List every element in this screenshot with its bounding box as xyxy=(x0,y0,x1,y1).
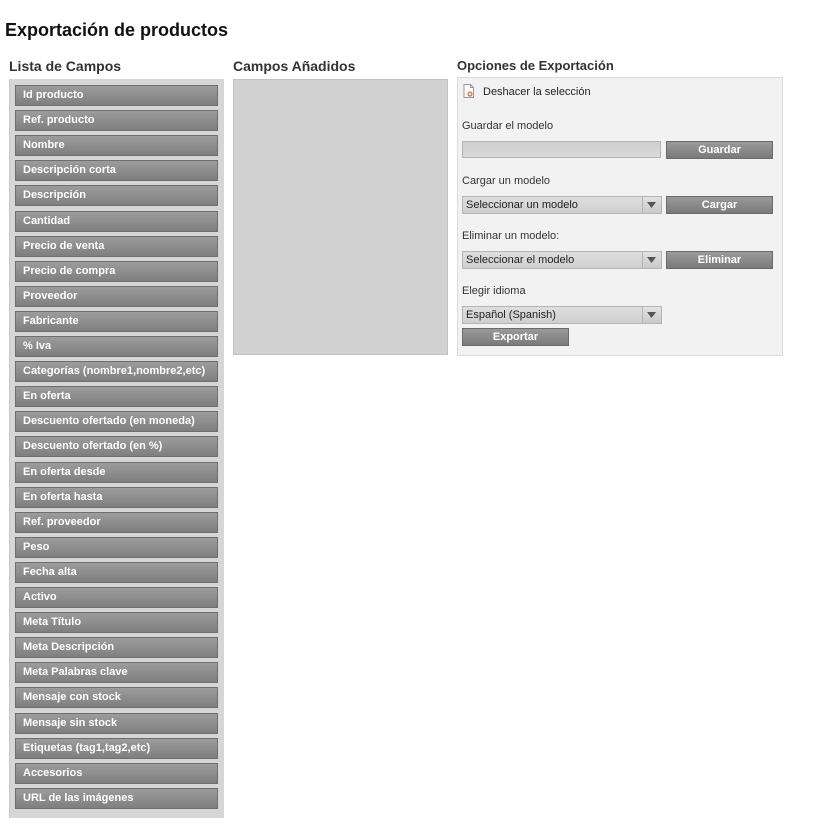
delete-model-select-value: Seleccionar el modelo xyxy=(466,254,575,266)
field-item[interactable]: En oferta desde xyxy=(15,461,218,483)
undo-document-icon[interactable] xyxy=(463,84,474,98)
save-model-label: Guardar el modelo xyxy=(462,120,554,132)
field-item[interactable]: Etiquetas (tag1,tag2,etc) xyxy=(15,737,218,759)
field-item[interactable]: URL de las imágenes xyxy=(15,787,218,809)
export-options-title: Opciones de Exportación xyxy=(457,58,614,73)
field-item[interactable]: Peso xyxy=(15,536,218,558)
field-item[interactable]: Categorías (nombre1,nombre2,etc) xyxy=(15,361,218,383)
language-label: Elegir idioma xyxy=(462,285,526,297)
added-fields-title: Campos Añadidos xyxy=(233,58,356,74)
chevron-down-icon[interactable] xyxy=(642,197,661,213)
fields-list: Id producto Ref. producto Nombre Descripció… xyxy=(9,79,224,818)
save-button[interactable]: Guardar xyxy=(666,141,773,159)
language-select[interactable]: Español (Spanish) xyxy=(462,306,662,324)
field-item[interactable]: Precio de compra xyxy=(15,260,218,282)
field-item[interactable]: En oferta xyxy=(15,386,218,408)
field-item[interactable]: Id producto xyxy=(15,85,218,106)
field-item[interactable]: Mensaje con stock xyxy=(15,687,218,709)
delete-model-select[interactable]: Seleccionar el modelo xyxy=(462,251,662,269)
field-item[interactable]: Descuento ofertado (en %) xyxy=(15,436,218,458)
field-item[interactable]: Ref. producto xyxy=(15,110,218,132)
undo-selection-link[interactable]: Deshacer la selección xyxy=(483,86,591,98)
field-item[interactable]: Accesorios xyxy=(15,762,218,784)
field-item[interactable]: Nombre xyxy=(15,135,218,157)
field-item[interactable]: Descripción xyxy=(15,185,218,207)
delete-button[interactable]: Eliminar xyxy=(666,251,773,269)
load-model-label: Cargar un modelo xyxy=(462,175,551,187)
field-item[interactable]: % Iva xyxy=(15,336,218,357)
field-item[interactable]: Fabricante xyxy=(15,310,218,332)
field-item[interactable]: Activo xyxy=(15,587,218,608)
field-item[interactable]: Descripción corta xyxy=(15,160,218,182)
chevron-down-icon[interactable] xyxy=(642,252,661,268)
field-item[interactable]: Proveedor xyxy=(15,285,218,307)
field-item[interactable]: Mensaje sin stock xyxy=(15,712,218,734)
field-item[interactable]: Meta Título xyxy=(15,612,218,634)
added-fields-dropzone[interactable] xyxy=(233,79,448,355)
field-item[interactable]: Descuento ofertado (en moneda) xyxy=(15,411,218,433)
chevron-down-icon[interactable] xyxy=(642,307,661,323)
export-button[interactable]: Exportar xyxy=(462,328,569,346)
load-button[interactable]: Cargar xyxy=(666,196,773,214)
field-item[interactable]: Fecha alta xyxy=(15,561,218,583)
fields-list-title: Lista de Campos xyxy=(9,58,122,74)
save-model-input[interactable] xyxy=(462,141,661,158)
field-item[interactable]: Meta Descripción xyxy=(15,637,218,659)
language-select-value: Español (Spanish) xyxy=(466,309,556,321)
delete-model-label: Eliminar un modelo: xyxy=(462,230,560,242)
field-item[interactable]: Ref. proveedor xyxy=(15,511,218,533)
field-item[interactable]: Precio de venta xyxy=(15,235,218,257)
load-model-select-value: Seleccionar un modelo xyxy=(466,199,578,211)
page-title: Exportación de productos xyxy=(5,20,229,40)
field-item[interactable]: En oferta hasta xyxy=(15,486,218,508)
field-item[interactable]: Cantidad xyxy=(15,210,218,232)
field-item[interactable]: Meta Palabras clave xyxy=(15,662,218,684)
load-model-select[interactable]: Seleccionar un modelo xyxy=(462,196,662,214)
